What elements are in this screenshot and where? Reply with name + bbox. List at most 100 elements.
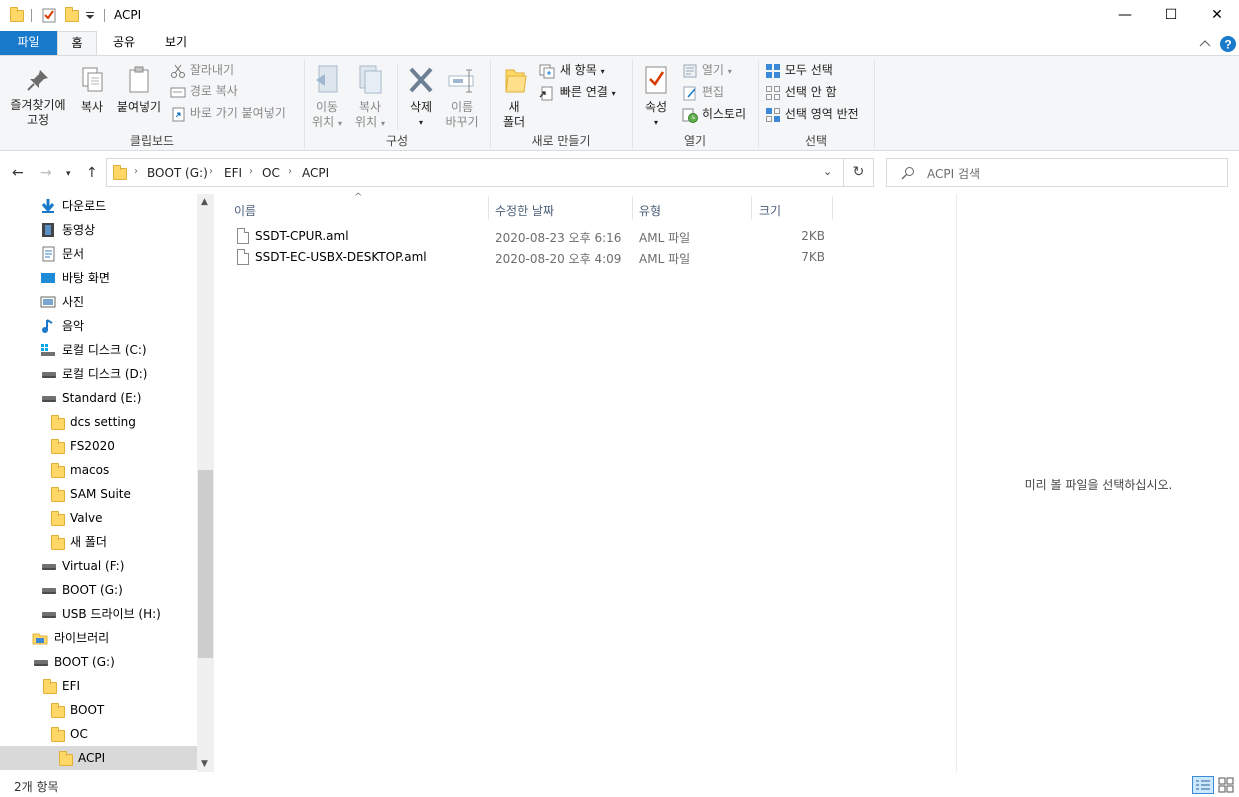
history-icon (682, 108, 698, 123)
tab-share[interactable]: 공유 (103, 31, 145, 56)
collapse-ribbon-icon[interactable] (1199, 39, 1211, 49)
minimize-button[interactable]: — (1102, 0, 1148, 31)
title-bar: ACPI — ☐ ✕ (0, 0, 1239, 31)
nav-item-oc[interactable]: OC (0, 722, 197, 746)
tab-file[interactable]: 파일 (0, 31, 57, 56)
nav-item-new-folder[interactable]: 새 폴더 (0, 530, 197, 554)
nav-item-desktop[interactable]: 바탕 화면 (0, 266, 197, 290)
tab-home[interactable]: 홈 (57, 31, 97, 56)
new-folder-quick-icon[interactable] (65, 7, 79, 22)
nav-item-boot-drive[interactable]: BOOT (G:) (0, 650, 197, 674)
invert-selection-button[interactable]: 선택 영역 반전 (765, 104, 859, 124)
column-divider[interactable] (488, 196, 489, 220)
new-folder-button[interactable]: 새 폴더 (496, 64, 532, 130)
nav-item-libraries[interactable]: 라이브러리 (0, 626, 197, 650)
nav-item-drive-d[interactable]: 로컬 디스크 (D:) (0, 362, 197, 386)
column-divider[interactable] (751, 196, 752, 220)
column-header-type[interactable]: 유형 (639, 202, 661, 219)
details-view-icon[interactable] (1192, 776, 1214, 794)
cut-button[interactable]: 잘라내기 (170, 60, 234, 80)
column-header-modified[interactable]: 수정한 날짜 (495, 202, 554, 219)
up-arrow-icon[interactable]: ↑ (86, 165, 98, 181)
pin-to-quick-access-button[interactable]: 즐겨찾기에 고정 (6, 68, 70, 128)
forward-arrow-icon[interactable]: → (40, 165, 52, 181)
edit-button[interactable]: 편집 (682, 82, 724, 102)
close-button[interactable]: ✕ (1194, 0, 1239, 31)
drive-icon (42, 564, 56, 570)
nav-item-drive-f[interactable]: Virtual (F:) (0, 554, 197, 578)
nav-item-music[interactable]: 음악 (0, 314, 197, 338)
nav-item-sam-suite[interactable]: SAM Suite (0, 482, 197, 506)
easy-access-button[interactable]: 빠른 연결 ▾ (538, 82, 616, 102)
column-header-name[interactable]: 이름 (234, 202, 256, 219)
nav-label: Standard (E:) (62, 391, 142, 405)
customize-quick-access-icon[interactable] (85, 7, 101, 23)
nav-item-boot-folder[interactable]: BOOT (0, 698, 197, 722)
recent-locations-chevron-icon[interactable]: ▾ (66, 169, 71, 179)
paste-shortcut-button[interactable]: 바로 가기 붙여넣기 (170, 103, 286, 123)
nav-item-downloads[interactable]: 다운로드 (0, 194, 197, 218)
library-icon (32, 633, 48, 645)
nav-item-pictures[interactable]: 사진 (0, 290, 197, 314)
address-bar[interactable]: › BOOT (G:) › EFI › OC › ACPI ⌄ (106, 158, 844, 187)
large-icons-view-icon[interactable] (1217, 776, 1235, 794)
nav-item-drive-e[interactable]: Standard (E:) (0, 386, 197, 410)
nav-label: SAM Suite (70, 487, 131, 501)
chevron-right-icon[interactable]: › (288, 166, 292, 177)
nav-item-acpi[interactable]: ACPI (0, 746, 197, 770)
copy-to-button[interactable]: 복사 위치 ▾ (350, 64, 390, 131)
delete-button[interactable]: 삭제 ▾ (402, 64, 440, 130)
maximize-button[interactable]: ☐ (1148, 0, 1194, 31)
copy-button[interactable]: 복사 (74, 66, 110, 115)
nav-item-efi[interactable]: EFI (0, 674, 197, 698)
nav-item-valve[interactable]: Valve (0, 506, 197, 530)
file-row[interactable]: SSDT-CPUR.aml 2020-08-23 오후 6:16 AML 파일 … (232, 226, 832, 247)
open-button[interactable]: 열기 ▾ (682, 60, 732, 80)
status-bar: 2개 항목 (0, 772, 1239, 797)
dropdown-icon: ▾ (727, 67, 732, 76)
nav-item-macos[interactable]: macos (0, 458, 197, 482)
select-all-button[interactable]: 모두 선택 (765, 60, 833, 80)
copy-path-button[interactable]: 경로 복사 (170, 81, 238, 101)
breadcrumb-boot-drive[interactable]: BOOT (G:) (147, 166, 208, 180)
column-divider[interactable] (632, 196, 633, 220)
column-divider[interactable] (832, 196, 833, 220)
scroll-up-icon[interactable]: ▲ (201, 197, 208, 207)
nav-item-videos[interactable]: 동영상 (0, 218, 197, 242)
nav-scrollbar[interactable]: ▲ ▼ (197, 194, 214, 772)
refresh-button[interactable]: ↻ (844, 158, 874, 187)
nav-item-usb-drive-h[interactable]: USB 드라이브 (H:) (0, 602, 197, 626)
file-name: SSDT-EC-USBX-DESKTOP.aml (255, 250, 427, 264)
chevron-right-icon[interactable]: › (134, 166, 138, 177)
file-row[interactable]: SSDT-EC-USBX-DESKTOP.aml 2020-08-20 오후 4… (232, 247, 832, 268)
breadcrumb-efi[interactable]: EFI (224, 166, 242, 180)
paste-button[interactable]: 붙여넣기 (113, 66, 165, 115)
new-item-button[interactable]: 새 항목 ▾ (538, 60, 605, 80)
select-none-button[interactable]: 선택 안 함 (765, 82, 837, 102)
tab-view[interactable]: 보기 (155, 31, 197, 56)
nav-item-fs2020[interactable]: FS2020 (0, 434, 197, 458)
scroll-down-icon[interactable]: ▼ (201, 759, 208, 769)
nav-item-drive-g[interactable]: BOOT (G:) (0, 578, 197, 602)
help-icon[interactable]: ? (1219, 35, 1237, 53)
rename-button[interactable]: 이름 바꾸기 (442, 64, 482, 130)
back-arrow-icon[interactable]: ← (12, 165, 24, 181)
properties-quick-icon[interactable] (41, 7, 57, 23)
history-button[interactable]: 히스토리 (682, 104, 746, 124)
nav-item-drive-c[interactable]: 로컬 디스크 (C:) (0, 338, 197, 362)
breadcrumb-acpi[interactable]: ACPI (302, 166, 329, 180)
chevron-right-icon[interactable]: › (249, 166, 253, 177)
chevron-right-icon[interactable]: › (209, 166, 213, 177)
nav-item-dcs-setting[interactable]: dcs setting (0, 410, 197, 434)
breadcrumb-oc[interactable]: OC (262, 166, 280, 180)
nav-item-documents[interactable]: 문서 (0, 242, 197, 266)
select-all-label: 모두 선택 (784, 63, 833, 77)
search-box[interactable]: ACPI 검색 (886, 158, 1228, 187)
column-header-size[interactable]: 크기 (759, 202, 781, 219)
properties-button[interactable]: 속성 ▾ (638, 64, 674, 130)
move-to-button[interactable]: 이동 위치 ▾ (308, 64, 346, 131)
nav-label: 문서 (62, 247, 85, 261)
nav-label: 새 폴더 (70, 535, 107, 549)
address-history-chevron-icon[interactable]: ⌄ (823, 165, 832, 178)
scrollbar-thumb[interactable] (198, 470, 213, 658)
